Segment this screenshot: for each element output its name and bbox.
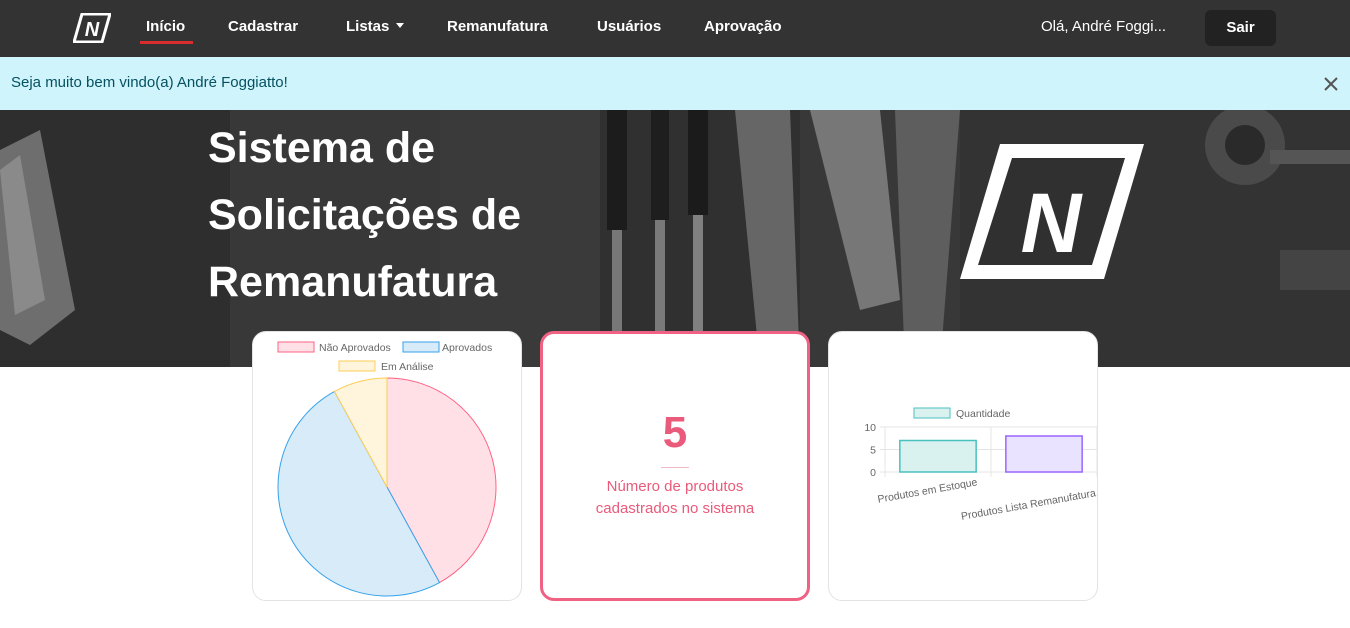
navbar: N Início Cadastrar Listas Remanufatura U… (0, 0, 1350, 57)
products-count-label: Número de produtos cadastrados no sistem… (595, 478, 755, 517)
hero-logo-icon: N (960, 144, 1144, 279)
nav-item-usuarios[interactable]: Usuários (597, 0, 661, 57)
status-pie-chart-card: Não Aprovados Aprovados Em Análise (252, 331, 522, 601)
active-indicator (140, 41, 193, 44)
quantity-bar-chart: Quantidade 10 5 0Produtos em EstoqueProduto… (864, 407, 1098, 523)
svg-text:N: N (85, 19, 100, 41)
status-pie-chart: Não Aprovados Aprovados Em Análise (277, 341, 497, 597)
bar-y-tick: 5 (870, 445, 876, 457)
products-count-value: 5 (662, 408, 688, 457)
bar (899, 439, 977, 473)
user-greeting: Olá, André Foggi... (1041, 18, 1167, 35)
nav-item-remanufatura[interactable]: Remanufatura (447, 0, 548, 57)
count-divider (661, 467, 689, 468)
pie-legend-label: Não Aprovados (319, 342, 391, 354)
welcome-alert: Seja muito bem vindo(a) André Foggiatto! (0, 57, 1350, 110)
alert-message: Seja muito bem vindo(a) André Foggiatto! (11, 74, 288, 91)
bar-category-label: Produtos Lista Remanufatura (960, 487, 1097, 523)
bar (1005, 435, 1083, 473)
quantity-bar-chart-card: Quantidade 10 5 0 Produtos em Estoque Produto… (828, 331, 1098, 601)
caret-down-icon (396, 23, 405, 28)
brand-logo-icon[interactable]: N (73, 13, 111, 43)
pie-legend-swatch (338, 360, 376, 372)
nav-item-cadastrar[interactable]: Cadastrar (228, 0, 298, 57)
pie-legend-label: Aprovados (442, 342, 492, 354)
nav-item-listas[interactable]: Listas (346, 0, 405, 57)
nav-item-inicio[interactable]: Início (146, 0, 185, 57)
bar-y-tick: 10 (864, 422, 876, 434)
pie-legend-swatch (277, 341, 315, 353)
hero-background-tools-image (0, 110, 1350, 367)
pie-legend-swatch (402, 341, 440, 353)
pie-legend-label: Em Análise (381, 361, 434, 373)
close-icon[interactable] (1320, 73, 1342, 95)
bar-category-label: Produtos em Estoque (877, 476, 979, 505)
logout-button[interactable]: Sair (1205, 10, 1276, 46)
nav-item-listas-label: Listas (346, 18, 390, 35)
hero-title: Sistema de Solicitações de Remanufatura (208, 124, 522, 306)
bar-legend-swatch (913, 407, 951, 419)
hero-banner: Sistema de Solicitações de Remanufatura … (0, 110, 1350, 367)
svg-text:N: N (1021, 176, 1084, 270)
bar-legend-label: Quantidade (956, 408, 1010, 420)
products-count-card: 5 Número de produtos cadastrados no sist… (540, 331, 810, 601)
bar-y-tick: 0 (870, 467, 876, 479)
nav-item-aprovacao[interactable]: Aprovação (704, 0, 782, 57)
